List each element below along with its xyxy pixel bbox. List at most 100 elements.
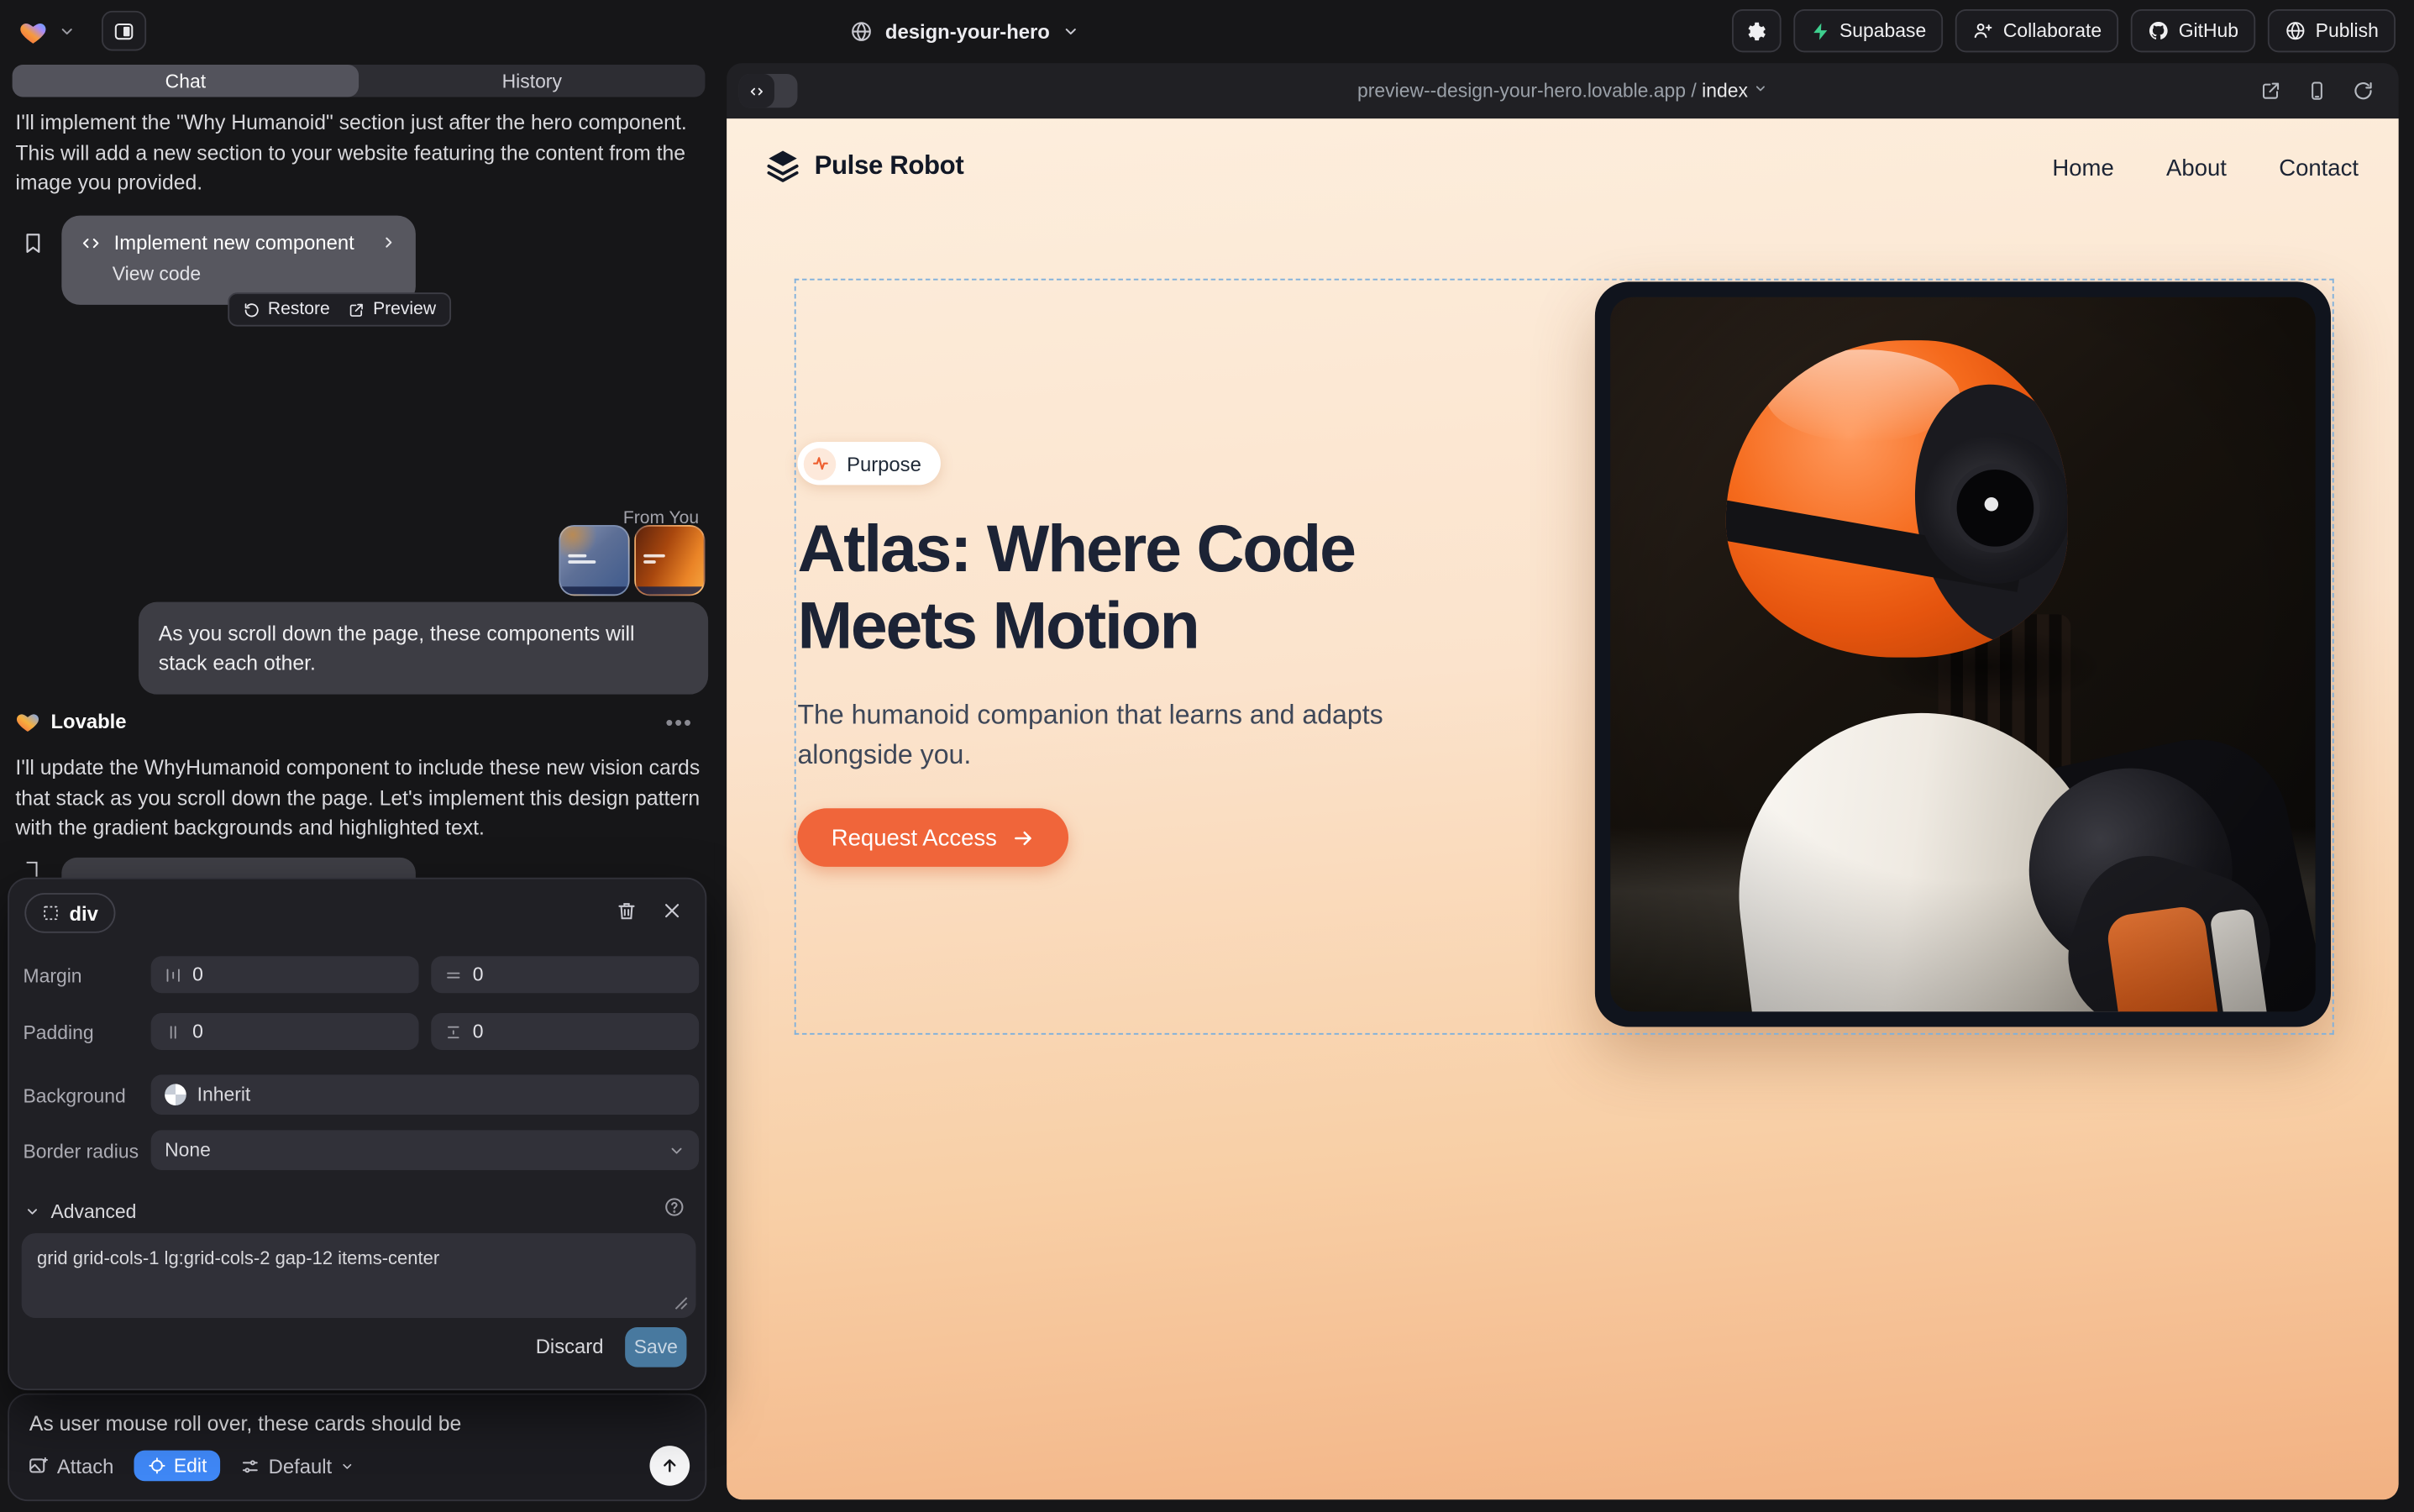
- publish-button[interactable]: Publish: [2268, 9, 2396, 52]
- lovable-heart-icon: [15, 710, 39, 732]
- version-actions-bar: Restore Preview: [228, 292, 451, 326]
- advanced-label: Advanced: [50, 1201, 136, 1223]
- preview-url[interactable]: preview--design-your-hero.lovable.app / …: [727, 80, 2399, 102]
- border-radius-label: Border radius: [23, 1141, 139, 1163]
- github-button[interactable]: GitHub: [2131, 9, 2255, 52]
- mobile-view-button[interactable]: [2306, 80, 2328, 102]
- model-mode-selector[interactable]: Default: [241, 1454, 354, 1477]
- site-nav: Home About Contact: [2052, 155, 2359, 181]
- hero-heading-line2: Meets Motion: [797, 588, 1354, 665]
- user-message-bubble: As you scroll down the page, these compo…: [139, 602, 708, 695]
- code-icon: [80, 234, 102, 252]
- chat-composer[interactable]: As user mouse roll over, these cards sho…: [8, 1394, 706, 1501]
- element-tag: div: [69, 901, 97, 924]
- resize-grip-icon[interactable]: [674, 1296, 688, 1310]
- cta-label: Request Access: [832, 825, 997, 851]
- border-radius-select[interactable]: None: [151, 1130, 700, 1170]
- element-inspector-panel: div Margin Padding: [8, 878, 706, 1390]
- advanced-disclosure[interactable]: Advanced: [24, 1201, 136, 1223]
- restore-label: Restore: [268, 300, 330, 318]
- person-plus-icon: [1972, 20, 1994, 42]
- hero-heading: Atlas: Where Code Meets Motion: [797, 512, 1354, 665]
- workspace-chevron-down-icon[interactable]: [59, 23, 76, 39]
- hero-subheading: The humanoid companion that learns and a…: [797, 695, 1413, 774]
- project-chevron-down-icon: [1063, 23, 1079, 39]
- save-button[interactable]: Save: [625, 1327, 686, 1368]
- request-access-button[interactable]: Request Access: [797, 808, 1068, 867]
- padding-label: Padding: [23, 1022, 93, 1044]
- purpose-badge: Purpose: [797, 442, 941, 485]
- sliders-icon: [241, 1456, 261, 1476]
- border-radius-value: None: [165, 1139, 658, 1161]
- nav-contact[interactable]: Contact: [2279, 155, 2359, 181]
- collaborate-button[interactable]: Collaborate: [1955, 9, 2118, 52]
- site-logo[interactable]: Pulse Robot: [765, 148, 963, 183]
- delete-element-button[interactable]: [616, 899, 638, 921]
- discard-button[interactable]: Discard: [536, 1335, 604, 1357]
- supabase-button[interactable]: Supabase: [1793, 9, 1943, 52]
- globe-icon: [850, 19, 873, 42]
- help-icon[interactable]: [664, 1196, 685, 1218]
- selected-element-pill[interactable]: div: [24, 893, 115, 933]
- url-separator: /: [1686, 80, 1702, 102]
- github-label: GitHub: [2179, 20, 2238, 42]
- attach-button[interactable]: Attach: [28, 1454, 113, 1477]
- chat-tabs: Chat History: [13, 65, 706, 97]
- publish-globe-icon: [2285, 20, 2306, 42]
- settings-button[interactable]: [1732, 9, 1782, 52]
- send-button[interactable]: [649, 1446, 690, 1486]
- nav-home[interactable]: Home: [2052, 155, 2113, 181]
- tab-history[interactable]: History: [359, 65, 705, 97]
- composer-input[interactable]: As user mouse roll over, these cards sho…: [29, 1412, 685, 1435]
- chevron-down-icon: [24, 1204, 39, 1219]
- attachment-thumbnail[interactable]: [559, 525, 629, 596]
- padding-horizontal-input[interactable]: [151, 1013, 419, 1050]
- bookmark-icon[interactable]: [22, 231, 45, 255]
- preview-button[interactable]: Preview: [349, 300, 436, 318]
- url-domain: preview--design-your-hero.lovable.app: [1357, 80, 1686, 102]
- hero-robot-image: [1595, 281, 2331, 1026]
- margin-horizontal-icon: [165, 966, 181, 983]
- close-icon[interactable]: [662, 900, 682, 921]
- tailwind-classes-textarea[interactable]: grid grid-cols-1 lg:grid-cols-2 gap-12 i…: [22, 1233, 696, 1318]
- sidebar-toggle-button[interactable]: [102, 11, 146, 51]
- chat-panel: Chat History I'll implement the "Why Hum…: [0, 61, 714, 1512]
- preview-site: Pulse Robot Home About Contact Purpose A…: [727, 118, 2399, 1499]
- tool-call-card[interactable]: Implement new component View code: [61, 216, 416, 305]
- background-input[interactable]: Inherit: [151, 1074, 700, 1115]
- refresh-button[interactable]: [2353, 80, 2375, 102]
- margin-label: Margin: [23, 965, 81, 987]
- arrow-right-icon: [1010, 826, 1033, 848]
- background-label: Background: [23, 1085, 125, 1107]
- padding-horizontal-icon: [165, 1023, 181, 1040]
- project-switcher[interactable]: design-your-hero: [850, 0, 1079, 61]
- transparency-swatch-icon: [165, 1084, 186, 1105]
- assistant-message: I'll implement the "Why Humanoid" sectio…: [15, 108, 701, 197]
- tab-chat[interactable]: Chat: [13, 65, 359, 97]
- bookmark-icon[interactable]: [22, 859, 42, 878]
- url-page: index: [1702, 80, 1748, 102]
- publish-label: Publish: [2316, 20, 2379, 42]
- view-code-link[interactable]: View code: [113, 263, 397, 285]
- project-name: design-your-hero: [885, 19, 1050, 42]
- collaborate-label: Collaborate: [2003, 20, 2102, 42]
- padding-vertical-input[interactable]: [431, 1013, 699, 1050]
- edit-label: Edit: [174, 1455, 207, 1477]
- edit-mode-button[interactable]: Edit: [134, 1451, 221, 1482]
- lovable-logo-icon[interactable]: [18, 18, 48, 44]
- message-menu-ellipsis-icon[interactable]: •••: [665, 710, 692, 734]
- margin-vertical-input[interactable]: [431, 956, 699, 993]
- dashed-box-icon: [41, 904, 60, 922]
- open-in-new-tab-button[interactable]: [2260, 80, 2282, 102]
- attach-label: Attach: [57, 1454, 114, 1477]
- chevron-right-icon: [380, 234, 397, 251]
- layers-icon: [765, 148, 800, 183]
- restore-button[interactable]: Restore: [244, 300, 330, 318]
- attachment-thumbnail[interactable]: [634, 525, 705, 596]
- robot-photo: [1610, 297, 2315, 1011]
- margin-horizontal-input[interactable]: [151, 956, 419, 993]
- target-icon: [148, 1457, 166, 1475]
- nav-about[interactable]: About: [2166, 155, 2227, 181]
- top-bar: design-your-hero Supabase Collaborate: [0, 0, 2414, 61]
- hero-heading-line1: Atlas: Where Code: [797, 512, 1354, 589]
